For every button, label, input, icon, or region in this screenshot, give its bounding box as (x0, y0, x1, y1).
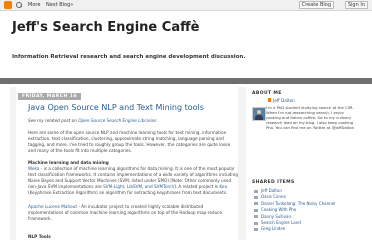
post-intro: See my related post on Open-Source Searc… (28, 118, 238, 124)
feed-icon (254, 202, 258, 206)
post-title[interactable]: Java Open Source NLP and Text Mining too… (28, 103, 204, 112)
create-blog-button[interactable]: Create Blog (298, 1, 334, 9)
kea-description: (Keyphrase Extraction Algorithm) an algo… (28, 190, 228, 195)
svm-links[interactable]: SVM-Light, LibSVM, and SVMTorch (103, 184, 174, 189)
content-area: FRIDAY, MARCH 16 Java Open Source NLP an… (10, 87, 362, 240)
feed-icon (254, 221, 258, 225)
post-date: FRIDAY, MARCH 16 (18, 93, 82, 100)
avatar-body (255, 115, 263, 120)
section-heading-ml-text: Machine learning and data mining (28, 160, 109, 165)
section-ml-text: Weka - is a collection of machine learni… (28, 166, 238, 196)
blog-description: Information Retrieval research and searc… (12, 54, 246, 60)
sign-in-button[interactable]: Sign In (344, 1, 368, 9)
header-divider (0, 78, 372, 84)
kea-link[interactable]: Kea (219, 184, 227, 189)
shared-items-list: Jeff Dalton Oasis Conne Daniel Tunkelang… (254, 188, 354, 233)
list-item[interactable]: Greg Linden (254, 226, 354, 232)
post-column: FRIDAY, MARCH 16 Java Open Source NLP an… (16, 87, 238, 240)
shared-items-heading: SHARED ITEMS (252, 180, 295, 185)
section-heading-nlp-text: NLP Tools (28, 234, 51, 239)
related-post-link[interactable]: Open-Source Search Engine Libraries (78, 118, 156, 123)
post-intro-prefix: See my related post on (28, 118, 77, 123)
blog-title[interactable]: Jeff's Search Engine Caffè (12, 20, 199, 35)
blogger-logo-icon[interactable] (4, 1, 12, 9)
next-blog-link[interactable]: Next Blog» (46, 1, 73, 9)
blogger-navbar: More Next Blog» Create Blog Sign In (0, 0, 372, 11)
mahout-link[interactable]: Apache Lucene Mahout (28, 204, 77, 209)
about-heading: ABOUT ME (252, 91, 282, 96)
section-heading-nlp: NLP Tools (28, 234, 238, 240)
section-mahout-text: Apache Lucene Mahout - An incubator proj… (28, 204, 238, 222)
search-icon-handle (19, 5, 23, 8)
profile-name-link[interactable]: Jeff Dalton (273, 98, 295, 103)
avatar-head (257, 110, 261, 114)
feed-icon (254, 195, 258, 199)
avatar[interactable] (252, 107, 266, 121)
feed-icon (254, 208, 258, 212)
about-text: I'm a PhD student studying search at the… (266, 105, 355, 130)
sidebar: ABOUT ME Jeff Dalton I'm a PhD student s… (246, 87, 362, 240)
feed-icon (254, 215, 258, 219)
weka-link[interactable]: Weka (28, 166, 39, 171)
post-paragraph-1: Here are some of the open source NLP and… (28, 130, 231, 153)
blogger-profile-icon (268, 98, 271, 102)
feed-icon (254, 189, 258, 193)
feed-icon (254, 227, 258, 231)
more-menu[interactable]: More (28, 1, 40, 9)
weka-tail: ]. A related project is (174, 184, 218, 189)
